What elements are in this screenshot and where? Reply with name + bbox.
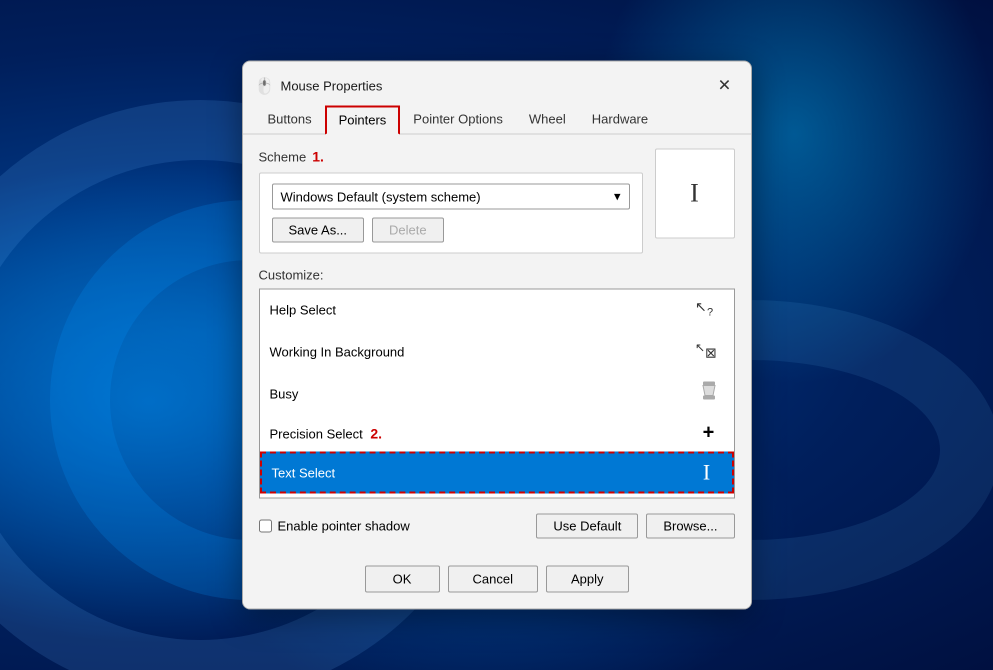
- item-icon: [694, 380, 724, 409]
- mouse-icon: 🖱️: [255, 77, 273, 95]
- dialog-title: Mouse Properties: [281, 78, 383, 93]
- item-name: Working In Background: [270, 345, 405, 360]
- use-default-button[interactable]: Use Default: [536, 514, 638, 539]
- svg-text:↖: ↖: [695, 341, 705, 355]
- shadow-checkbox-row: Enable pointer shadow: [259, 519, 410, 534]
- dialog-footer: OK Cancel Apply 3.: [243, 558, 751, 609]
- cursor-list[interactable]: Help Select ↖ ? Working In Background: [259, 289, 735, 499]
- title-bar-left: 🖱️ Mouse Properties: [255, 77, 383, 95]
- item-name: Help Select: [270, 303, 336, 318]
- svg-text:⊠: ⊠: [705, 345, 717, 361]
- item-name: Text Select: [272, 465, 336, 480]
- scheme-left: Scheme 1. Windows Default (system scheme…: [259, 149, 643, 254]
- step2-label: 2.: [370, 425, 382, 441]
- tab-pointer-options[interactable]: Pointer Options: [400, 106, 516, 135]
- item-icon: +: [694, 422, 724, 445]
- cursor-preview-icon: I: [690, 179, 699, 209]
- scheme-section: Scheme 1. Windows Default (system scheme…: [259, 149, 735, 254]
- scheme-dropdown[interactable]: Windows Default (system scheme) ▾: [272, 184, 630, 210]
- list-wrapper: Help Select ↖ ? Working In Background: [259, 289, 735, 499]
- item-icon: ↖ ?: [694, 296, 724, 325]
- bottom-controls: Enable pointer shadow Use Default Browse…: [259, 509, 735, 544]
- save-as-button[interactable]: Save As...: [272, 218, 365, 243]
- tab-bar: Buttons Pointers Pointer Options Wheel H…: [243, 100, 751, 135]
- dialog-container: 🖱️ Mouse Properties ✕ Buttons Pointers P…: [242, 61, 752, 610]
- step3-annotation: 3.: [746, 522, 752, 594]
- mouse-properties-dialog: 🖱️ Mouse Properties ✕ Buttons Pointers P…: [242, 61, 752, 610]
- item-icon: I: [692, 460, 722, 486]
- scheme-buttons: Save As... Delete: [272, 218, 630, 243]
- scheme-label-text: Scheme: [259, 149, 307, 164]
- delete-button[interactable]: Delete: [372, 218, 444, 243]
- dialog-content: Scheme 1. Windows Default (system scheme…: [243, 135, 751, 558]
- shadow-checkbox[interactable]: [259, 520, 272, 533]
- close-button[interactable]: ✕: [711, 72, 739, 100]
- tab-wheel[interactable]: Wheel: [516, 106, 579, 135]
- svg-text:?: ?: [707, 307, 713, 319]
- item-icon: ↖ ⊠: [694, 338, 724, 367]
- svg-text:↖: ↖: [695, 299, 707, 315]
- shadow-label: Enable pointer shadow: [278, 519, 410, 534]
- title-bar: 🖱️ Mouse Properties ✕: [243, 62, 751, 100]
- tab-buttons[interactable]: Buttons: [255, 106, 325, 135]
- dropdown-arrow-icon: ▾: [614, 189, 621, 205]
- list-item[interactable]: Handwriting: [260, 494, 734, 499]
- cancel-button[interactable]: Cancel: [448, 566, 538, 593]
- red-arrow-icon: [746, 522, 752, 577]
- scheme-box: Windows Default (system scheme) ▾ Save A…: [259, 173, 643, 254]
- list-item[interactable]: Working In Background ↖ ⊠: [260, 332, 734, 374]
- step1-label: 1.: [312, 149, 324, 165]
- item-name: Busy: [270, 387, 299, 402]
- list-item[interactable]: Busy: [260, 374, 734, 416]
- browse-button[interactable]: Browse...: [646, 514, 734, 539]
- customize-section: Customize: Help Select ↖ ?: [259, 268, 735, 544]
- list-item-text-select[interactable]: Text Select I: [260, 452, 734, 494]
- ok-button[interactable]: OK: [365, 566, 440, 593]
- customize-label: Customize:: [259, 268, 735, 283]
- tab-pointers[interactable]: Pointers: [325, 106, 401, 135]
- tab-hardware[interactable]: Hardware: [579, 106, 661, 135]
- scheme-label: Scheme 1.: [259, 149, 643, 165]
- apply-button[interactable]: Apply: [546, 566, 629, 593]
- cursor-preview: I: [655, 149, 735, 239]
- list-item[interactable]: Help Select ↖ ?: [260, 290, 734, 332]
- item-name: Precision Select 2.: [270, 425, 383, 441]
- list-item[interactable]: Precision Select 2. +: [260, 416, 734, 452]
- scheme-value: Windows Default (system scheme): [281, 189, 481, 204]
- action-buttons: Use Default Browse...: [536, 514, 734, 539]
